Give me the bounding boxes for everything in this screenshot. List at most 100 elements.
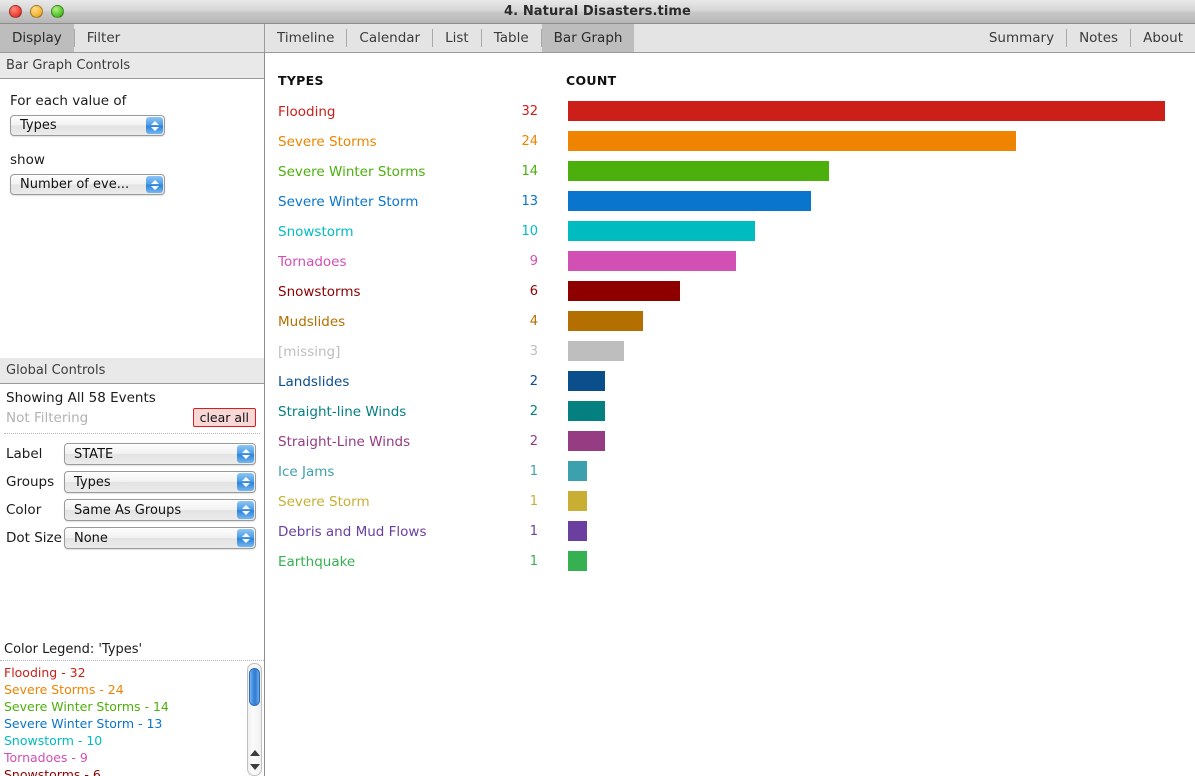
bar-graph-row[interactable]: Snowstorms 6	[266, 281, 1195, 311]
bar[interactable]	[568, 161, 830, 181]
bar-row-count: 4	[529, 314, 538, 329]
bar[interactable]	[568, 491, 587, 511]
bar-row-label[interactable]: Ice Jams	[278, 464, 334, 480]
select-label[interactable]: STATE	[64, 443, 256, 465]
stepper-arrows-icon[interactable]	[146, 176, 163, 193]
title-bar: 4. Natural Disasters.time	[0, 0, 1195, 24]
select-dot-size[interactable]: None	[64, 527, 256, 549]
select-groups[interactable]: Types	[64, 471, 256, 493]
stepper-arrows-icon[interactable]	[237, 501, 254, 519]
stepper-arrows-icon[interactable]	[237, 445, 254, 463]
tab-about[interactable]: About	[1131, 24, 1195, 52]
bar[interactable]	[568, 371, 606, 391]
bar-graph-row[interactable]: Landslides 2	[266, 371, 1195, 401]
bar-graph-row[interactable]: Ice Jams 1	[266, 461, 1195, 491]
bar[interactable]	[568, 191, 811, 211]
bar-graph-row[interactable]: Flooding 32	[266, 101, 1195, 131]
bar-row-label[interactable]: Severe Winter Storm	[278, 194, 418, 210]
left-control-panel: Bar Graph Controls For each value of Typ…	[0, 53, 265, 776]
bar-row-label[interactable]: Earthquake	[278, 554, 355, 570]
legend-item[interactable]: Severe Storms - 24	[4, 681, 264, 698]
bar[interactable]	[568, 251, 736, 271]
bar-graph-row[interactable]: Severe Storms 24	[266, 131, 1195, 161]
legend-item[interactable]: Flooding - 32	[4, 664, 264, 681]
tab-display[interactable]: Display	[0, 24, 74, 52]
tab-spacer	[634, 24, 976, 52]
tab-list[interactable]: List	[433, 24, 481, 52]
bar-graph-row[interactable]: Snowstorm 10	[266, 221, 1195, 251]
control-label-label: Label	[6, 446, 43, 462]
legend-item[interactable]: Snowstorm - 10	[4, 732, 264, 749]
select-value: STATE	[74, 446, 114, 462]
bar-row-label[interactable]: Debris and Mud Flows	[278, 524, 427, 540]
tab-bar-graph[interactable]: Bar Graph	[541, 24, 635, 52]
stepper-arrows-icon[interactable]	[237, 473, 254, 491]
global-controls-body: Showing All 58 Events Not Filtering clea…	[0, 384, 264, 552]
bar-row-label[interactable]: Landslides	[278, 374, 349, 390]
bar[interactable]	[568, 311, 643, 331]
tab-table[interactable]: Table	[481, 24, 541, 52]
legend-scrollbar[interactable]	[247, 663, 262, 776]
bar-row-label[interactable]: Snowstorms	[278, 284, 361, 300]
tab-timeline[interactable]: Timeline	[265, 24, 347, 52]
stepper-arrows-icon[interactable]	[237, 529, 254, 547]
bar[interactable]	[568, 551, 587, 571]
scrollbar-buttons[interactable]	[248, 741, 261, 775]
tab-filter[interactable]: Filter	[74, 24, 264, 52]
bar-row-label[interactable]: Severe Storms	[278, 134, 377, 150]
bar-graph-row[interactable]: Tornadoes 9	[266, 251, 1195, 281]
bar-graph-row[interactable]: Severe Winter Storm 13	[266, 191, 1195, 221]
bar-graph-row[interactable]: Severe Winter Storms 14	[266, 161, 1195, 191]
bar-row-label[interactable]: Snowstorm	[278, 224, 353, 240]
bar-row-label[interactable]: Tornadoes	[278, 254, 347, 270]
select-value: Types	[74, 474, 111, 490]
show-select[interactable]: Number of eve...	[10, 174, 165, 195]
bar[interactable]	[568, 341, 624, 361]
stepper-arrows-icon[interactable]	[146, 117, 163, 134]
show-value: Number of eve...	[20, 177, 130, 192]
bar-row-label[interactable]: Flooding	[278, 104, 335, 120]
control-label-color: Color	[6, 502, 42, 518]
bar-graph-row[interactable]: Mudslides 4	[266, 311, 1195, 341]
bar[interactable]	[568, 221, 755, 241]
bar-graph-row[interactable]: Severe Storm 1	[266, 491, 1195, 521]
for-each-value-of-value: Types	[20, 118, 57, 133]
for-each-value-of-select[interactable]: Types	[10, 115, 165, 136]
legend-item[interactable]: Severe Winter Storm - 13	[4, 715, 264, 732]
legend-item[interactable]: Severe Winter Storms - 14	[4, 698, 264, 715]
bar[interactable]	[568, 281, 680, 301]
bar-row-label[interactable]: Mudslides	[278, 314, 345, 330]
bar-row-label[interactable]: Severe Storm	[278, 494, 370, 510]
bar[interactable]	[568, 431, 606, 451]
bar-row-count: 13	[521, 194, 538, 209]
scroll-up-icon[interactable]	[249, 750, 260, 756]
bar[interactable]	[568, 461, 587, 481]
bar-row-label[interactable]: Severe Winter Storms	[278, 164, 425, 180]
select-value: None	[74, 530, 108, 546]
bar-row-label[interactable]: Straight-line Winds	[278, 404, 406, 420]
bar[interactable]	[568, 101, 1165, 121]
bar-graph-row[interactable]: Debris and Mud Flows 1	[266, 521, 1195, 551]
global-control-row: Dot Size None	[6, 524, 256, 552]
bar[interactable]	[568, 131, 1016, 151]
application-window: 4. Natural Disasters.time Display Filter …	[0, 0, 1195, 776]
tab-calendar[interactable]: Calendar	[347, 24, 433, 52]
bar-row-label[interactable]: [missing]	[278, 344, 340, 360]
legend-item[interactable]: Tornadoes - 9	[4, 749, 264, 766]
bar[interactable]	[568, 521, 587, 541]
bar-graph-row[interactable]: Straight-line Winds 2	[266, 401, 1195, 431]
select-color[interactable]: Same As Groups	[64, 499, 256, 521]
bar-graph-row[interactable]: Straight-Line Winds 2	[266, 431, 1195, 461]
bar-graph-row[interactable]: [missing] 3	[266, 341, 1195, 371]
bar-row-label[interactable]: Straight-Line Winds	[278, 434, 410, 450]
tab-notes[interactable]: Notes	[1067, 24, 1131, 52]
legend-item[interactable]: Snowstorms - 6	[4, 766, 264, 776]
clear-all-button[interactable]: clear all	[192, 408, 256, 427]
tab-summary[interactable]: Summary	[976, 24, 1067, 52]
control-label-dot-size: Dot Size	[6, 530, 62, 546]
bar[interactable]	[568, 401, 606, 421]
bar-graph-row[interactable]: Earthquake 1	[266, 551, 1195, 581]
color-legend-panel: Color Legend: 'Types' Flooding - 32 Sever…	[0, 639, 264, 776]
scrollbar-thumb[interactable]	[249, 668, 260, 706]
scroll-down-icon[interactable]	[249, 764, 260, 770]
